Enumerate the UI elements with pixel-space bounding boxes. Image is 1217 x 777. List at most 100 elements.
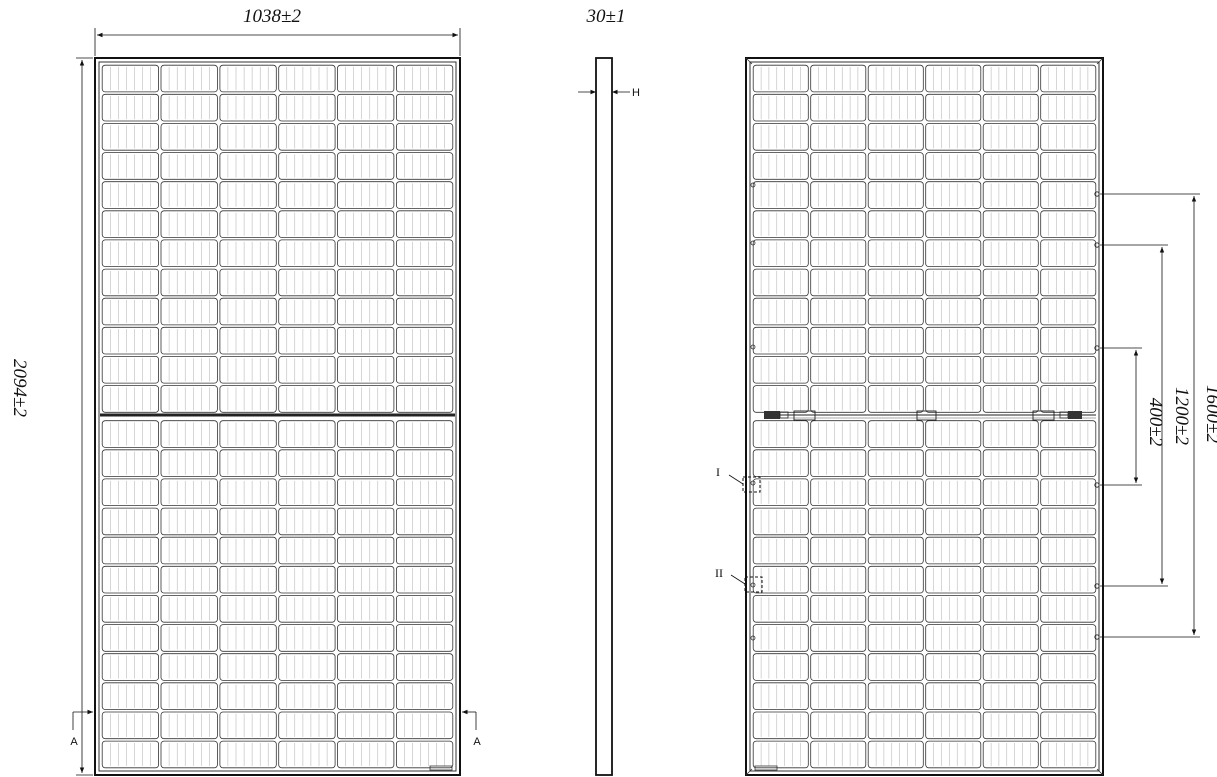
solar-cell xyxy=(810,536,867,565)
solar-cell xyxy=(867,93,924,122)
solar-cell xyxy=(867,355,924,384)
solar-cell xyxy=(752,653,809,681)
solar-cell xyxy=(752,181,809,209)
section-label-left: A xyxy=(70,736,78,748)
solar-cell xyxy=(395,711,454,740)
solar-cell xyxy=(278,210,336,238)
solar-cell xyxy=(925,326,982,355)
solar-cell xyxy=(101,64,159,93)
solar-cell xyxy=(160,239,218,267)
solar-cell xyxy=(395,210,454,238)
detail-label-2: II xyxy=(715,566,723,580)
solar-cell xyxy=(219,449,277,477)
height-dimension-text: 2094±2 xyxy=(9,359,30,417)
solar-cell xyxy=(160,711,218,740)
back-frame-outer xyxy=(745,57,1104,776)
solar-cell xyxy=(219,297,277,326)
solar-cell xyxy=(925,93,982,122)
solar-cell xyxy=(219,682,277,710)
solar-cell xyxy=(278,624,336,652)
solar-cell xyxy=(395,653,454,681)
solar-cell xyxy=(925,123,982,151)
solar-cell xyxy=(278,478,336,506)
solar-cell xyxy=(219,507,277,536)
solar-cell xyxy=(395,355,454,384)
solar-cell xyxy=(160,268,218,297)
solar-cell xyxy=(867,123,924,151)
solar-cell xyxy=(1040,536,1097,565)
solar-cell xyxy=(752,595,809,623)
solar-cell xyxy=(101,682,159,710)
solar-cell xyxy=(101,711,159,740)
solar-cell xyxy=(219,420,277,448)
solar-cell xyxy=(101,740,159,769)
solar-cell xyxy=(101,93,159,122)
solar-cell xyxy=(160,210,218,238)
solar-cell xyxy=(219,123,277,151)
solar-cell xyxy=(160,682,218,710)
solar-cell xyxy=(752,536,809,565)
solar-cell xyxy=(160,449,218,477)
solar-cell xyxy=(982,420,1039,448)
solar-cell xyxy=(278,740,336,769)
solar-cell xyxy=(925,420,982,448)
solar-cell xyxy=(810,711,867,740)
back-cell-grid xyxy=(752,64,1097,769)
solar-cell xyxy=(337,239,395,267)
solar-cell xyxy=(810,268,867,297)
solar-cell xyxy=(160,595,218,623)
solar-cell xyxy=(867,624,924,652)
solar-cell xyxy=(925,478,982,506)
solar-cell xyxy=(1040,123,1097,151)
solar-cell xyxy=(101,385,159,413)
solar-cell xyxy=(395,595,454,623)
solar-cell xyxy=(160,123,218,151)
solar-cell xyxy=(752,507,809,536)
solar-cell xyxy=(101,449,159,477)
solar-cell xyxy=(278,93,336,122)
solar-cell xyxy=(395,239,454,267)
solar-cell xyxy=(337,210,395,238)
solar-cell xyxy=(395,181,454,209)
frame-height-label: H xyxy=(632,87,640,99)
solar-cell xyxy=(395,326,454,355)
solar-cell xyxy=(101,624,159,652)
solar-cell xyxy=(810,210,867,238)
solar-cell xyxy=(1040,478,1097,506)
solar-cell xyxy=(395,565,454,594)
side-frame xyxy=(595,57,613,776)
solar-cell xyxy=(752,297,809,326)
solar-cell xyxy=(867,385,924,413)
detail-marker-2: II xyxy=(715,566,763,593)
solar-cell xyxy=(752,449,809,477)
solar-cell xyxy=(337,682,395,710)
solar-cell xyxy=(395,64,454,93)
solar-cell xyxy=(219,595,277,623)
solar-cell xyxy=(1040,210,1097,238)
solar-cell xyxy=(160,653,218,681)
solar-cell xyxy=(1040,682,1097,710)
solar-cell xyxy=(982,355,1039,384)
solar-cell xyxy=(278,152,336,180)
solar-cell xyxy=(219,210,277,238)
solar-cell xyxy=(810,682,867,710)
solar-cell xyxy=(867,565,924,594)
solar-cell xyxy=(278,385,336,413)
solar-cell xyxy=(337,385,395,413)
solar-cell xyxy=(867,595,924,623)
solar-cell xyxy=(101,297,159,326)
solar-cell xyxy=(278,297,336,326)
solar-cell xyxy=(867,711,924,740)
solar-cell xyxy=(337,326,395,355)
solar-cell xyxy=(982,682,1039,710)
solar-cell xyxy=(810,297,867,326)
solar-cell xyxy=(160,385,218,413)
solar-cell xyxy=(752,711,809,740)
solar-cell xyxy=(1040,64,1097,93)
solar-cell xyxy=(219,740,277,769)
solar-cell xyxy=(925,297,982,326)
solar-cell xyxy=(337,507,395,536)
solar-cell xyxy=(810,355,867,384)
solar-cell xyxy=(1040,355,1097,384)
solar-cell xyxy=(810,565,867,594)
